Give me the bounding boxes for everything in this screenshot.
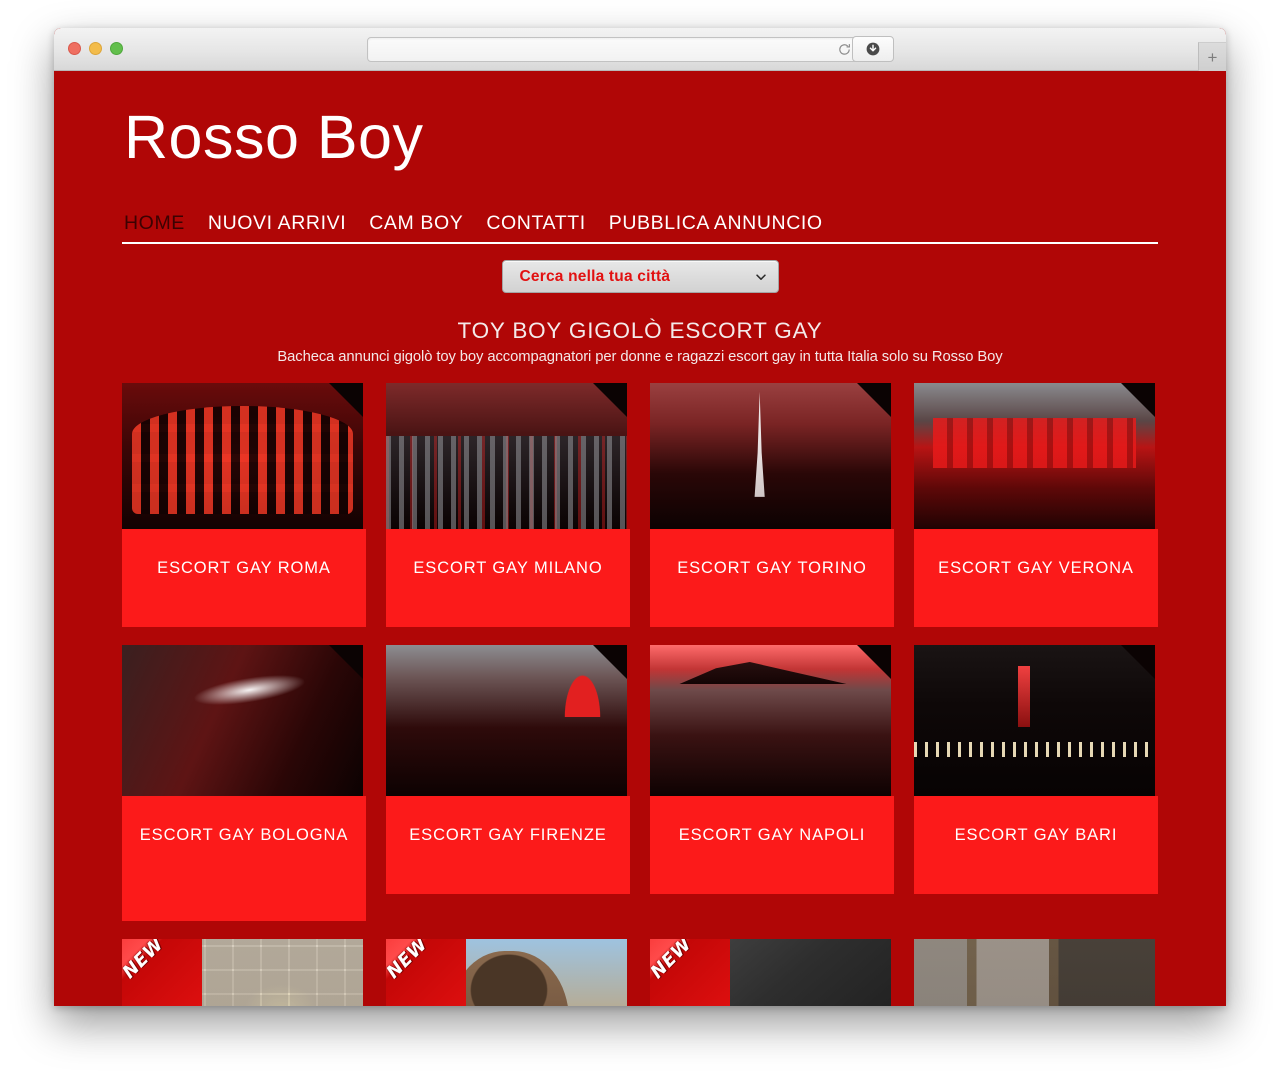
listing-card-3[interactable]: NEW (650, 939, 894, 1006)
card-image (386, 645, 627, 796)
photo-colosseo (122, 383, 363, 529)
photo-listing-4 (914, 939, 1155, 1006)
desktop-backdrop: + Rosso Boy HOME NUOVI ARRIVI CAM BOY CO… (0, 0, 1280, 1084)
card-caption-label: ESCORT GAY BOLOGNA (122, 796, 366, 921)
reload-icon[interactable] (837, 42, 852, 57)
nav-item-contatti[interactable]: CONTATTI (486, 212, 585, 235)
card-caption-label: ESCORT GAY BARI (914, 796, 1158, 894)
city-card-row: ESCORT GAY BOLOGNA ESCORT GAY FIRENZE ES… (122, 645, 1158, 921)
city-card-row: ESCORT GAY ROMA ESCORT GAY MILANO ESCORT… (122, 383, 1158, 627)
city-card-bari[interactable]: ESCORT GAY BARI (914, 645, 1158, 894)
photo-listing-2 (386, 939, 627, 1006)
city-card-milano[interactable]: ESCORT GAY MILANO (386, 383, 630, 627)
page-subtitle: Bacheca annunci gigolò toy boy accompagn… (277, 349, 1003, 365)
photo-skyline-milano (386, 383, 627, 529)
nav-item-nuovi-arrivi[interactable]: NUOVI ARRIVI (208, 212, 346, 235)
page-title: TOY BOY GIGOLÒ ESCORT GAY (457, 318, 823, 343)
listing-card-4[interactable] (914, 939, 1158, 1006)
window-controls (68, 42, 123, 55)
nav-item-cam-boy[interactable]: CAM BOY (369, 212, 463, 235)
city-select[interactable]: Cerca nella tua città (501, 260, 779, 293)
minimize-window-button[interactable] (89, 42, 102, 55)
browser-titlebar: + (54, 28, 1226, 71)
main-navigation: HOME NUOVI ARRIVI CAM BOY CONTATTI PUBBL… (122, 212, 1158, 244)
photo-duomo-firenze (386, 645, 627, 796)
city-select-container: Cerca nella tua città (122, 260, 1158, 293)
download-icon (866, 42, 880, 56)
city-card-firenze[interactable]: ESCORT GAY FIRENZE (386, 645, 630, 894)
card-caption-label: ESCORT GAY MILANO (386, 529, 630, 627)
card-image: NEW (650, 939, 891, 1006)
card-image (914, 939, 1155, 1006)
photo-listing-1 (122, 939, 363, 1006)
listing-card-row: NEW NEW NEW (122, 939, 1158, 1006)
photo-fontana-nettuno (122, 645, 363, 796)
address-bar[interactable] (367, 37, 860, 62)
browser-window: + Rosso Boy HOME NUOVI ARRIVI CAM BOY CO… (54, 28, 1226, 1006)
listing-card-2[interactable]: NEW (386, 939, 630, 1006)
photo-castelvecchio (914, 383, 1155, 529)
close-window-button[interactable] (68, 42, 81, 55)
card-image (122, 645, 363, 796)
card-image (914, 383, 1155, 529)
city-card-verona[interactable]: ESCORT GAY VERONA (914, 383, 1158, 627)
card-image (386, 383, 627, 529)
card-image (650, 645, 891, 796)
card-image: NEW (386, 939, 627, 1006)
download-button[interactable] (852, 36, 894, 62)
city-card-bologna[interactable]: ESCORT GAY BOLOGNA (122, 645, 366, 921)
photo-mole-antonelliana (650, 383, 891, 529)
nav-item-home[interactable]: HOME (124, 212, 185, 235)
new-tab-button[interactable]: + (1198, 42, 1226, 71)
card-caption-label: ESCORT GAY NAPOLI (650, 796, 894, 894)
card-caption-label: ESCORT GAY VERONA (914, 529, 1158, 627)
page-viewport: Rosso Boy HOME NUOVI ARRIVI CAM BOY CONT… (54, 71, 1226, 1006)
photo-lungomare-bari (914, 645, 1155, 796)
card-image (122, 383, 363, 529)
city-card-napoli[interactable]: ESCORT GAY NAPOLI (650, 645, 894, 894)
card-caption-label: ESCORT GAY FIRENZE (386, 796, 630, 894)
zoom-window-button[interactable] (110, 42, 123, 55)
card-caption-label: ESCORT GAY TORINO (650, 529, 894, 627)
nav-item-pubblica-annuncio[interactable]: PUBBLICA ANNUNCIO (609, 212, 823, 235)
site-container: Rosso Boy HOME NUOVI ARRIVI CAM BOY CONT… (122, 71, 1158, 1006)
city-card-roma[interactable]: ESCORT GAY ROMA (122, 383, 366, 627)
chevron-down-icon (754, 270, 768, 284)
card-image (914, 645, 1155, 796)
listing-card-1[interactable]: NEW (122, 939, 366, 1006)
card-image (650, 383, 891, 529)
city-select-label: Cerca nella tua città (519, 267, 671, 285)
card-image: NEW (122, 939, 363, 1006)
site-logo[interactable]: Rosso Boy (122, 107, 1158, 168)
city-card-torino[interactable]: ESCORT GAY TORINO (650, 383, 894, 627)
card-caption-label: ESCORT GAY ROMA (122, 529, 366, 627)
photo-listing-3 (650, 939, 891, 1006)
photo-golfo-napoli (650, 645, 891, 796)
